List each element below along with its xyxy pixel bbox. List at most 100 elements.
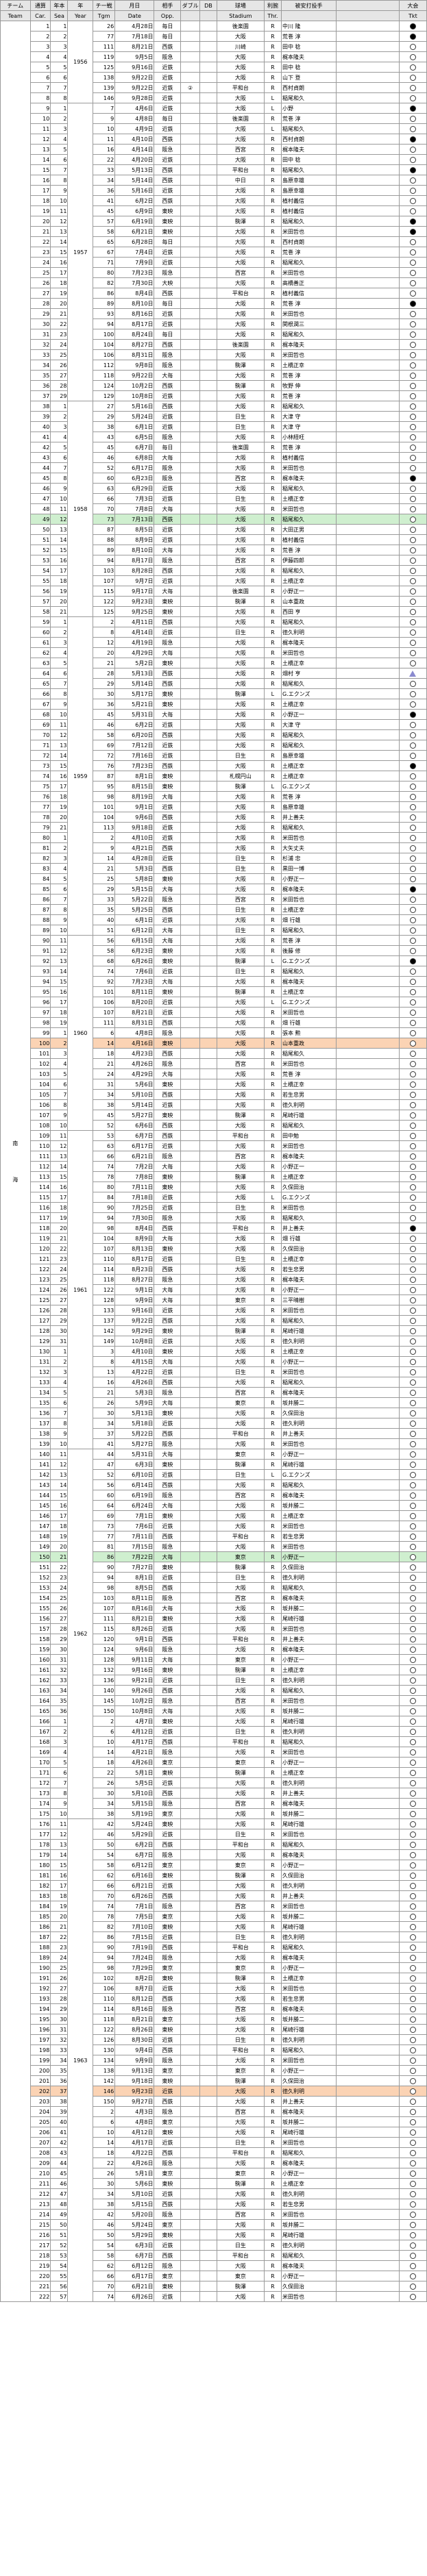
opponent: 近鉄 (154, 1202, 182, 1213)
stadium: 西宮 (217, 1901, 265, 1912)
game-date: 5月9日 (114, 1397, 155, 1408)
career-count: 86 (29, 894, 51, 905)
db-flag (199, 1284, 218, 1295)
doubleheader (180, 2250, 200, 2261)
opponent: 近鉄 (154, 2240, 182, 2251)
pitcher-name: 米田哲也 (280, 1983, 337, 1994)
ticket-cell (398, 1911, 427, 1922)
ticket-cell (398, 1757, 427, 1768)
ticket-cell (398, 1438, 427, 1449)
stadium: 大阪 (217, 432, 265, 442)
stadium: 中日 (217, 175, 265, 186)
season-count: 7 (50, 164, 69, 175)
doubleheader (180, 62, 200, 73)
ticket-cell (398, 1695, 427, 1706)
stadium: 東京 (217, 1962, 265, 1973)
career-count: 145 (29, 1500, 51, 1511)
throwing-hand: R (263, 853, 282, 864)
team-game-number: 94 (93, 318, 116, 329)
ticket-cell (398, 1644, 427, 1655)
stadium: 大阪 (217, 1161, 265, 1172)
note-cell (336, 1346, 400, 1357)
stadium: 平和台 (217, 82, 265, 93)
opponent: 近鉄 (154, 1469, 182, 1480)
stadium: 平和台 (217, 2250, 265, 2261)
note-cell (336, 2024, 400, 2035)
note-cell (336, 1181, 400, 1192)
table-row: 221 56 70 6月21日 東映 駒澤 R 久保田治 (1, 2281, 427, 2292)
pitcher-name: 坂井勝二 (280, 1603, 337, 1614)
stadium: 駒澤 (217, 2178, 265, 2189)
open-circle-icon (409, 516, 416, 523)
game-date: 8月27日 (114, 339, 155, 350)
career-count: 134 (29, 1387, 51, 1398)
header-cell: 大会 (398, 0, 427, 11)
career-count: 129 (29, 1336, 51, 1347)
open-circle-icon (409, 177, 416, 184)
team-game-number: 26 (93, 21, 116, 32)
career-count: 69 (29, 719, 51, 730)
db-flag (199, 709, 218, 720)
table-row: 192 27 106 8月7日 近鉄 大阪 R 米田哲也 (1, 1983, 427, 1994)
note-cell (336, 1428, 400, 1439)
season-count: 13 (50, 1151, 69, 1162)
doubleheader (180, 1223, 200, 1234)
doubleheader (180, 2147, 200, 2158)
game-date: 7月25日 (114, 1202, 155, 1213)
career-count: 105 (29, 1089, 51, 1100)
game-date: 4月26日 (114, 1058, 155, 1069)
db-flag (199, 1644, 218, 1655)
pitcher-name: 西村貞朗 (280, 82, 337, 93)
team-game-number: 78 (93, 1171, 116, 1182)
doubleheader (180, 1007, 200, 1018)
header-cell: 年本 (50, 0, 69, 11)
header-cell: Team (0, 10, 31, 21)
season-count: 13 (50, 740, 69, 751)
open-circle-icon (409, 1122, 416, 1129)
doubleheader (180, 514, 200, 525)
pitcher-name: 尾崎行雄 (280, 1613, 337, 1624)
game-date: 6月19日 (114, 216, 155, 227)
note-cell (336, 945, 400, 956)
open-circle-icon (409, 1245, 416, 1252)
doubleheader (180, 21, 200, 32)
stadium: 日生 (217, 2034, 265, 2045)
db-flag (199, 678, 218, 689)
note-cell (336, 1274, 400, 1285)
opponent: 近鉄 (154, 1007, 182, 1018)
throwing-hand: R (263, 1223, 282, 1234)
doubleheader (180, 2178, 200, 2189)
ticket-cell (398, 72, 427, 83)
ticket-cell (398, 2014, 427, 2025)
opponent: 大毎 (154, 503, 182, 514)
table-row: 19 11 45 6月9日 東映 大阪 R 植村義信 (1, 205, 427, 216)
doubleheader (180, 842, 200, 853)
throwing-hand: R (263, 1993, 282, 2004)
open-circle-icon (409, 2077, 416, 2084)
doubleheader (180, 1202, 200, 1213)
table-row: 202 37 146 9月23日 近鉄 大阪 R 徳久利明 (1, 2086, 427, 2097)
db-flag (199, 2075, 218, 2086)
open-circle-icon (409, 259, 416, 266)
db-flag (199, 1120, 218, 1131)
game-date: 10月8日 (114, 390, 155, 401)
note-cell (336, 339, 400, 350)
ticket-cell (398, 2229, 427, 2240)
pitcher-name: 大津 守 (280, 719, 337, 730)
stadium: 大阪 (217, 349, 265, 360)
pitcher-name: 土橋正幸 (280, 771, 337, 781)
note-cell (336, 1962, 400, 1973)
db-flag (199, 1449, 218, 1460)
season-count: 5 (50, 62, 69, 73)
stadium: 駒澤 (217, 688, 265, 699)
table-row: 55 18 107 9月7日 近鉄 大阪 R 土橋正幸 (1, 575, 427, 586)
throwing-hand: R (263, 1644, 282, 1655)
doubleheader (180, 2024, 200, 2035)
game-date: 7月27日 (114, 1562, 155, 1573)
game-date: 8月24日 (114, 329, 155, 340)
opponent: 近鉄 (154, 1192, 182, 1203)
open-circle-icon (409, 639, 416, 646)
ticket-cell (398, 2168, 427, 2179)
career-count: 121 (29, 1253, 51, 1264)
note-cell (336, 401, 400, 412)
